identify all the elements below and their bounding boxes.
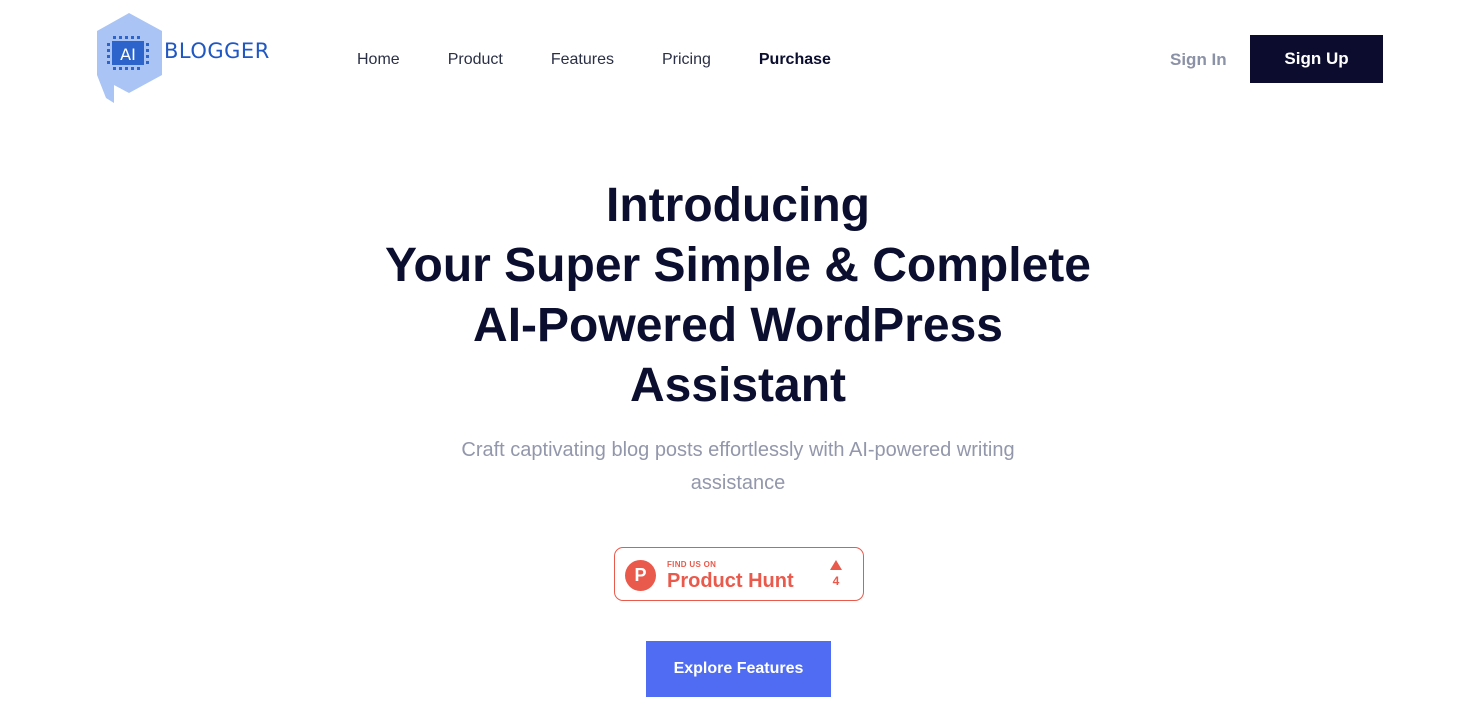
nav-item-home[interactable]: Home: [357, 50, 400, 70]
hero-title-line: Assistant: [629, 359, 847, 412]
main-nav: Home Product Features Pricing Purchase: [357, 50, 879, 70]
sign-up-button[interactable]: Sign Up: [1250, 35, 1383, 83]
explore-features-button[interactable]: Explore Features: [646, 641, 831, 697]
nav-item-pricing[interactable]: Pricing: [662, 50, 711, 70]
upvote-count: 4: [832, 574, 840, 588]
sign-in-link[interactable]: Sign In: [1170, 50, 1227, 70]
nav-item-features[interactable]: Features: [551, 50, 614, 70]
brand-icon-text: AI: [120, 45, 136, 64]
ai-chip-icon: AI: [97, 13, 162, 103]
hero-title-line: AI-Powered WordPress: [473, 299, 1003, 352]
brand-logo[interactable]: AI BLOGGER: [94, 13, 274, 105]
product-hunt-badge[interactable]: P FIND US ON Product Hunt 4: [614, 547, 864, 601]
product-hunt-name: Product Hunt: [667, 570, 794, 592]
product-hunt-find-label: FIND US ON: [667, 560, 717, 569]
product-hunt-logo-letter: P: [634, 565, 647, 585]
brand-name: BLOGGER: [164, 39, 270, 63]
nav-item-purchase[interactable]: Purchase: [759, 50, 831, 70]
hero-title: Introducing Your Super Simple & Complete…: [0, 176, 1461, 416]
hero-title-line: Introducing: [606, 179, 870, 232]
product-hunt-logo-icon: P: [625, 560, 656, 591]
hero-title-line: Your Super Simple & Complete: [385, 239, 1091, 292]
nav-item-product[interactable]: Product: [448, 50, 503, 70]
upvote-triangle-icon: [830, 560, 842, 570]
hero-subtitle: Craft captivating blog posts effortlessl…: [461, 439, 1015, 494]
